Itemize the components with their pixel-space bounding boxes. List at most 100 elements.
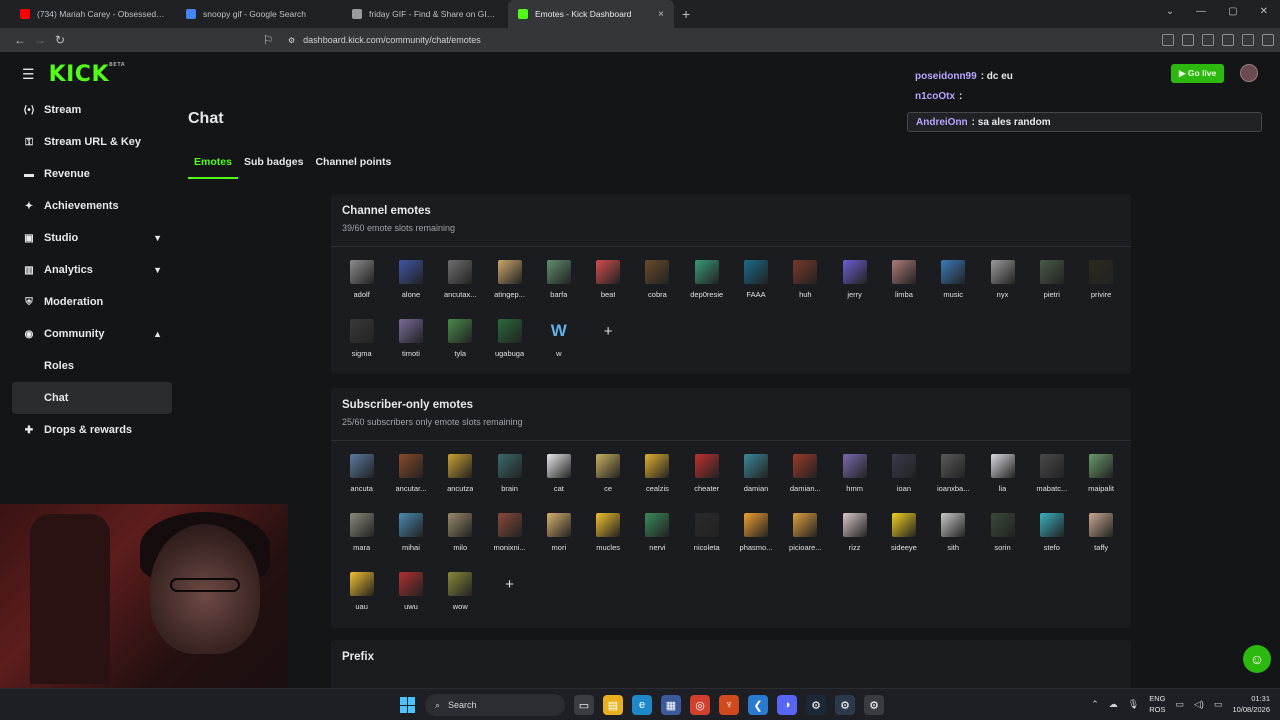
sidebar-item-chat[interactable]: Chat — [12, 382, 172, 414]
emote-item[interactable]: stefo — [1027, 513, 1076, 561]
add-emote-button[interactable]: + — [485, 572, 534, 620]
close-window-icon[interactable]: ✕ — [1260, 6, 1268, 17]
emote-item[interactable]: privire — [1076, 260, 1125, 308]
emote-item[interactable]: pietri — [1027, 260, 1076, 308]
new-tab-button[interactable]: + — [674, 6, 698, 22]
kick-logo[interactable]: KICKBETA — [49, 62, 126, 87]
chevron-down-icon[interactable]: ▼ — [153, 233, 162, 243]
emote-item[interactable]: rizz — [830, 513, 879, 561]
forward-icon[interactable]: → — [30, 33, 50, 47]
steam-icon-2[interactable]: ⚙ — [835, 695, 855, 715]
emote-item[interactable]: damian — [731, 454, 780, 502]
avatar[interactable] — [1240, 64, 1258, 82]
emote-item[interactable]: nyx — [978, 260, 1027, 308]
onedrive-icon[interactable]: ☁ — [1109, 699, 1118, 710]
emote-item[interactable]: cealzis — [633, 454, 682, 502]
emote-item[interactable]: huh — [781, 260, 830, 308]
edge-icon[interactable]: e — [632, 695, 652, 715]
emote-item[interactable]: sigma — [337, 319, 386, 367]
battery-icon[interactable]: ▭ — [1214, 699, 1223, 710]
download-icon[interactable] — [1182, 34, 1194, 46]
chevron-up-icon[interactable]: ▲ — [153, 329, 162, 339]
emote-item[interactable]: phasmo... — [731, 513, 780, 561]
maximize-icon[interactable]: ▢ — [1228, 6, 1237, 17]
plus-icon[interactable]: + — [596, 319, 620, 343]
emote-item[interactable]: wow — [436, 572, 485, 620]
emote-item[interactable]: Ww — [534, 319, 583, 367]
emote-item[interactable]: cat — [534, 454, 583, 502]
emote-item[interactable]: sith — [929, 513, 978, 561]
browser-tab[interactable]: Emotes - Kick Dashboard × — [508, 0, 674, 28]
emote-item[interactable]: mara — [337, 513, 386, 561]
emote-item[interactable]: tyla — [436, 319, 485, 367]
reload-icon[interactable]: ↻ — [50, 33, 70, 47]
emote-item[interactable]: milo — [436, 513, 485, 561]
emote-item[interactable]: uwu — [386, 572, 435, 620]
help-chat-icon[interactable]: ☺ — [1243, 645, 1271, 673]
emote-item[interactable]: mucles — [583, 513, 632, 561]
settings-icon[interactable]: ⚙ — [864, 695, 884, 715]
browser-tab[interactable]: snoopy gif - Google Search — [176, 0, 342, 28]
back-icon[interactable]: ← — [10, 33, 30, 47]
hamburger-icon[interactable]: ☰ — [22, 66, 35, 83]
plus-icon[interactable]: + — [498, 572, 522, 596]
sidebar-item-achievements[interactable]: ✦ Achievements — [12, 190, 172, 222]
menu-icon[interactable] — [1262, 34, 1274, 46]
sidebar-item-studio[interactable]: ▣ Studio ▼ — [12, 222, 172, 254]
emote-item[interactable]: mori — [534, 513, 583, 561]
vscode-icon[interactable]: ❮ — [748, 695, 768, 715]
sidebar-item-community[interactable]: ◉ Community ▲ — [12, 318, 172, 350]
bookmark-icon[interactable]: ⚐ — [258, 33, 278, 47]
emote-item[interactable]: monixni... — [485, 513, 534, 561]
taskbar-search[interactable]: ⌕ Search — [425, 694, 565, 716]
chevron-down-icon[interactable]: ▼ — [153, 265, 162, 275]
emote-item[interactable]: ancutar... — [386, 454, 435, 502]
url-text[interactable]: dashboard.kick.com/community/chat/emotes — [303, 35, 481, 45]
emote-item[interactable]: cheater — [682, 454, 731, 502]
emote-item[interactable]: nicoleta — [682, 513, 731, 561]
emote-item[interactable]: jerry — [830, 260, 879, 308]
emote-item[interactable]: ioanxba... — [929, 454, 978, 502]
sidebar-item-revenue[interactable]: ▬ Revenue — [12, 158, 172, 190]
task-view-icon[interactable]: ▭ — [574, 695, 594, 715]
emote-item[interactable]: ancutax... — [436, 260, 485, 308]
emote-item[interactable]: barfa — [534, 260, 583, 308]
clock[interactable]: 01:31 10/08/2026 — [1232, 693, 1270, 715]
media-icon[interactable] — [1202, 34, 1214, 46]
emote-item[interactable]: ugabuga — [485, 319, 534, 367]
url-field[interactable]: ⚙ dashboard.kick.com/community/chat/emot… — [288, 35, 481, 45]
chat-username[interactable]: n1coOtx — [915, 91, 955, 102]
emote-item[interactable]: damian... — [781, 454, 830, 502]
network-icon[interactable]: ▭ — [1176, 699, 1185, 710]
emote-item[interactable]: cobra — [633, 260, 682, 308]
emote-item[interactable]: beat — [583, 260, 632, 308]
chevron-up-icon[interactable]: ⌃ — [1091, 699, 1099, 710]
emote-item[interactable]: timoti — [386, 319, 435, 367]
add-emote-button[interactable]: + — [583, 319, 632, 367]
profile-icon[interactable] — [1242, 34, 1254, 46]
emote-item[interactable]: ce — [583, 454, 632, 502]
brave-icon[interactable]: ♆ — [719, 695, 739, 715]
store-icon[interactable]: ▦ — [661, 695, 681, 715]
sidebar-item-stream[interactable]: ⟨•⟩ Stream — [12, 94, 172, 126]
chat-username[interactable]: AndreiOnn — [916, 117, 968, 128]
chrome-icon[interactable]: ◎ — [690, 695, 710, 715]
emote-item[interactable]: sideeye — [879, 513, 928, 561]
extension-icon[interactable] — [1162, 34, 1174, 46]
tab-emotes[interactable]: Emotes — [188, 150, 238, 179]
emote-item[interactable]: maipalit — [1076, 454, 1125, 502]
emote-item[interactable]: picioare... — [781, 513, 830, 561]
chat-username[interactable]: poseidonn99 — [915, 71, 977, 82]
site-info-icon[interactable]: ⚙ — [288, 36, 295, 45]
emote-item[interactable]: dep0resie — [682, 260, 731, 308]
emote-item[interactable]: hmm — [830, 454, 879, 502]
emote-item[interactable]: FAAA — [731, 260, 780, 308]
emote-item[interactable]: ancutza — [436, 454, 485, 502]
emote-item[interactable]: alone — [386, 260, 435, 308]
close-tab-icon[interactable]: × — [658, 9, 664, 20]
go-live-button[interactable]: ▶ Go live — [1171, 64, 1225, 83]
emote-item[interactable]: taffy — [1076, 513, 1125, 561]
sidebar-item-drops-rewards[interactable]: ✚ Drops & rewards — [12, 414, 172, 446]
browser-tab[interactable]: friday GIF - Find & Share on GIPHY — [342, 0, 508, 28]
tab-sub-badges[interactable]: Sub badges — [238, 150, 310, 179]
